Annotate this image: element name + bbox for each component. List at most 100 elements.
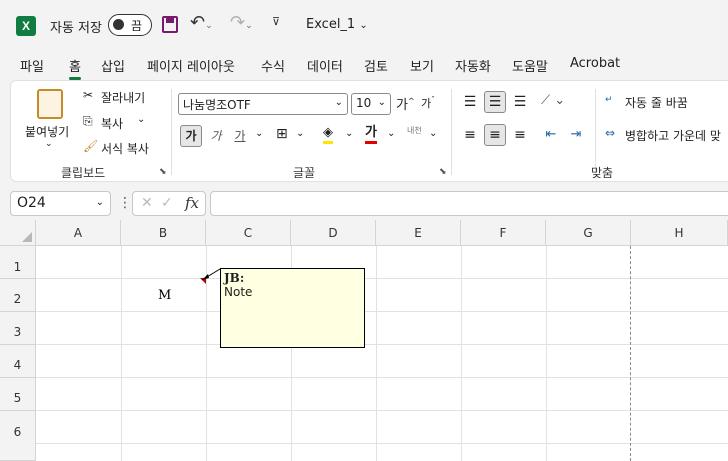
select-all-button[interactable] bbox=[0, 220, 36, 246]
decrease-indent-icon[interactable]: ⇤ bbox=[540, 124, 562, 146]
wrap-text-icon[interactable]: ↵ bbox=[605, 95, 613, 105]
column-header-b[interactable]: B bbox=[121, 220, 206, 246]
tab-help[interactable]: 도움말 bbox=[512, 56, 548, 75]
cell-b2[interactable]: M bbox=[158, 288, 171, 303]
clipboard-launcher-icon[interactable]: ⬊ bbox=[159, 167, 167, 177]
tab-file[interactable]: 파일 bbox=[20, 56, 44, 75]
comment-text: Note bbox=[224, 285, 253, 299]
align-top-icon[interactable]: ☰ bbox=[459, 91, 481, 113]
align-bottom-icon[interactable]: ☰ bbox=[509, 91, 531, 113]
excel-icon: X bbox=[16, 16, 36, 36]
customize-toolbar-icon[interactable]: ⊽ bbox=[272, 15, 280, 28]
copy-icon[interactable]: ⎘ bbox=[83, 114, 93, 129]
tab-automate[interactable]: 자동화 bbox=[455, 56, 491, 75]
group-divider bbox=[171, 89, 172, 175]
column-header-h[interactable]: H bbox=[631, 220, 728, 246]
align-center-icon[interactable]: ≡ bbox=[484, 124, 506, 146]
column-header-e[interactable]: E bbox=[376, 220, 461, 246]
tab-acrobat[interactable]: Acrobat bbox=[570, 56, 620, 71]
increase-indent-icon[interactable]: ⇥ bbox=[565, 124, 587, 146]
group-divider bbox=[595, 89, 596, 175]
row-header-1[interactable]: 1 bbox=[0, 246, 36, 279]
group-divider bbox=[451, 89, 452, 175]
align-left-icon[interactable]: ≡ bbox=[459, 124, 481, 146]
row-header-5[interactable]: 5 bbox=[0, 378, 36, 411]
wrap-text-button[interactable]: 자동 줄 바꿈 bbox=[625, 94, 688, 111]
toggle-knob bbox=[113, 19, 124, 30]
autosave-toggle[interactable]: 끔 bbox=[108, 14, 152, 36]
tab-home[interactable]: 홈 bbox=[69, 56, 81, 80]
underline-chevron-icon[interactable]: ⌄ bbox=[255, 128, 263, 139]
column-header-d[interactable]: D bbox=[291, 220, 376, 246]
font-group-label: 글꼴 bbox=[293, 166, 316, 180]
format-painter-icon[interactable]: 🖌 bbox=[83, 139, 98, 153]
cancel-icon[interactable]: ✕ bbox=[141, 195, 153, 211]
paste-button[interactable]: 붙여넣기 bbox=[25, 123, 69, 140]
autosave-label: 자동 저장 bbox=[50, 21, 102, 36]
cut-button[interactable]: 잘라내기 bbox=[101, 89, 145, 106]
bold-button[interactable]: 가 bbox=[180, 125, 202, 147]
underline-button[interactable]: 가 bbox=[229, 125, 251, 147]
enter-icon[interactable]: ✓ bbox=[161, 195, 173, 211]
orientation-icon[interactable]: ⟋ ⌄ bbox=[541, 93, 565, 108]
ribbon-tabs: 파일 홈 삽입 페이지 레이아웃 수식 데이터 검토 보기 자동화 도움말 Ac… bbox=[0, 52, 728, 80]
fill-color-icon[interactable]: ◈ bbox=[323, 125, 333, 144]
tab-review[interactable]: 검토 bbox=[364, 56, 388, 75]
comment-connector bbox=[201, 268, 221, 281]
gridline bbox=[36, 344, 728, 345]
title-bar: X 자동 저장 끔 ↶⌄ ↷⌄ ⊽ Excel_1 ⌄ bbox=[0, 0, 728, 50]
formula-input[interactable] bbox=[210, 191, 728, 216]
tab-insert[interactable]: 삽입 bbox=[101, 56, 125, 75]
gridline bbox=[36, 311, 728, 312]
paste-chevron-icon[interactable]: ⌄ bbox=[45, 139, 53, 149]
gridline bbox=[36, 443, 728, 444]
copy-button[interactable]: 복사 bbox=[101, 115, 123, 132]
align-middle-icon[interactable]: ☰ bbox=[484, 91, 506, 113]
italic-button[interactable]: 가 bbox=[205, 125, 227, 147]
comment-box[interactable]: JB: Note bbox=[220, 268, 365, 348]
phonetic-chevron-icon[interactable]: ⌄ bbox=[429, 128, 437, 139]
tab-data[interactable]: 데이터 bbox=[307, 56, 343, 75]
row-header-4[interactable]: 4 bbox=[0, 345, 36, 378]
redo-icon[interactable]: ↷⌄ bbox=[230, 12, 253, 33]
font-size-select[interactable]: 10 ⌄ bbox=[351, 93, 391, 115]
clipboard-icon[interactable] bbox=[37, 89, 63, 119]
tab-formulas[interactable]: 수식 bbox=[261, 56, 285, 75]
font-name-select[interactable]: 나눔명조OTF ⌄ bbox=[178, 93, 348, 115]
name-box[interactable]: O24 ⌄ bbox=[10, 191, 111, 216]
autosave-state: 끔 bbox=[131, 19, 143, 33]
merge-center-icon[interactable]: ⇔ bbox=[605, 126, 615, 140]
row-header-2[interactable]: 2 bbox=[0, 279, 36, 312]
decrease-font-icon[interactable]: 가ˇ bbox=[421, 95, 435, 111]
column-header-a[interactable]: A bbox=[36, 220, 121, 246]
column-header-g[interactable]: G bbox=[546, 220, 631, 246]
copy-chevron-icon[interactable]: ⌄ bbox=[137, 114, 145, 125]
borders-icon[interactable]: ⊞ bbox=[276, 126, 288, 142]
increase-font-icon[interactable]: 가^ bbox=[396, 94, 415, 113]
more-options-icon[interactable]: ⋮ bbox=[118, 195, 132, 211]
format-painter-button[interactable]: 서식 복사 bbox=[101, 140, 149, 157]
font-color-button[interactable]: 가 bbox=[365, 124, 377, 144]
fill-color-chevron-icon[interactable]: ⌄ bbox=[345, 128, 353, 139]
row-header-6[interactable]: 6 bbox=[0, 411, 36, 461]
clipboard-group-label: 클립보드 bbox=[61, 166, 106, 180]
undo-icon[interactable]: ↶⌄ bbox=[190, 12, 213, 33]
file-name[interactable]: Excel_1 ⌄ bbox=[306, 17, 368, 32]
save-icon[interactable] bbox=[162, 16, 178, 33]
gridline bbox=[36, 278, 728, 279]
tab-page-layout[interactable]: 페이지 레이아웃 bbox=[147, 56, 235, 75]
merge-center-button[interactable]: 병합하고 가운데 맞 bbox=[625, 127, 721, 144]
comment-author: JB: bbox=[224, 271, 245, 285]
cut-icon[interactable]: ✂ bbox=[83, 88, 93, 102]
font-launcher-icon[interactable]: ⬊ bbox=[439, 167, 447, 177]
borders-chevron-icon[interactable]: ⌄ bbox=[296, 128, 304, 139]
column-header-c[interactable]: C bbox=[206, 220, 291, 246]
phonetic-guide-button[interactable]: 내천 bbox=[407, 125, 422, 136]
column-header-f[interactable]: F bbox=[461, 220, 546, 246]
align-right-icon[interactable]: ≡ bbox=[509, 124, 531, 146]
insert-function-icon[interactable]: fx bbox=[185, 194, 199, 212]
tab-view[interactable]: 보기 bbox=[410, 56, 434, 75]
row-header-3[interactable]: 3 bbox=[0, 312, 36, 345]
font-color-chevron-icon[interactable]: ⌄ bbox=[387, 128, 395, 139]
worksheet-grid: A B C D E F G H 1 2 3 4 5 6 M JB: Note bbox=[0, 220, 728, 461]
